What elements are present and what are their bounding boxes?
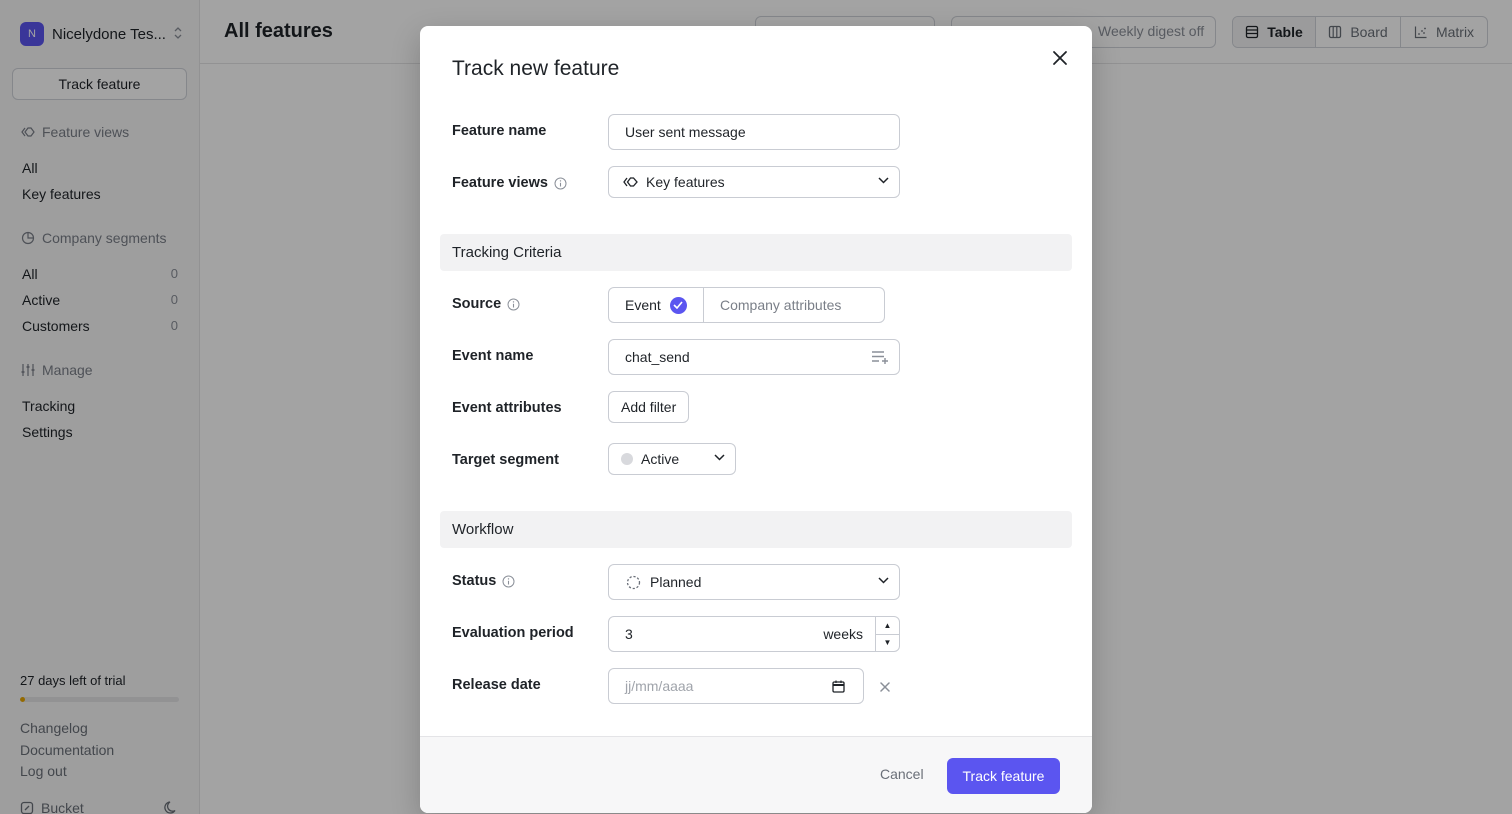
decrement-icon[interactable]: ▼ xyxy=(876,635,899,652)
target-segment-select[interactable]: Active xyxy=(608,443,736,475)
event-attributes-label: Event attributes xyxy=(452,400,562,416)
source-option-company-attributes[interactable]: Company attributes xyxy=(704,288,841,322)
modal-title: Track new feature xyxy=(452,57,620,80)
modal-footer: Cancel Track feature xyxy=(420,736,1092,813)
feature-views-select[interactable]: Key features xyxy=(608,166,900,198)
feature-name-input[interactable]: User sent message xyxy=(608,114,900,150)
info-icon[interactable] xyxy=(507,298,520,311)
track-feature-submit-button[interactable]: Track feature xyxy=(947,758,1060,794)
calendar-icon[interactable] xyxy=(832,680,845,693)
increment-icon[interactable]: ▲ xyxy=(876,617,899,635)
feature-name-label: Feature name xyxy=(452,123,547,139)
event-name-label: Event name xyxy=(452,348,534,364)
track-feature-modal: Track new feature Feature name User sent… xyxy=(420,26,1092,813)
feature-views-label: Feature views xyxy=(452,175,567,191)
source-segmented-control: Event Company attributes xyxy=(608,287,885,323)
evaluation-period-input[interactable]: 3 weeks ▲ ▼ xyxy=(608,616,900,652)
evaluation-period-unit: weeks xyxy=(823,626,863,642)
info-icon[interactable] xyxy=(554,177,567,190)
target-segment-label: Target segment xyxy=(452,452,559,468)
list-add-icon[interactable] xyxy=(871,350,891,365)
close-icon[interactable] xyxy=(1051,49,1069,67)
event-name-input[interactable]: chat_send xyxy=(608,339,900,375)
add-filter-button[interactable]: Add filter xyxy=(608,391,690,423)
status-select[interactable]: Planned xyxy=(608,564,900,600)
release-date-input[interactable]: jj/mm/aaaa xyxy=(608,668,864,704)
chevron-down-icon xyxy=(878,177,889,184)
clear-date-icon[interactable] xyxy=(879,680,891,698)
release-date-label: Release date xyxy=(452,677,541,693)
planned-status-icon xyxy=(626,575,641,589)
source-label: Source xyxy=(452,296,520,312)
segment-dot-icon xyxy=(621,453,633,465)
evaluation-period-label: Evaluation period xyxy=(452,625,574,641)
feature-views-icon xyxy=(623,177,638,187)
check-icon xyxy=(669,296,687,314)
source-option-event[interactable]: Event xyxy=(609,288,704,322)
status-label: Status xyxy=(452,573,515,589)
workflow-section: Workflow xyxy=(440,511,1072,548)
chevron-down-icon xyxy=(714,454,725,461)
cancel-button[interactable]: Cancel xyxy=(880,766,924,782)
tracking-criteria-section: Tracking Criteria xyxy=(440,234,1072,271)
chevron-down-icon xyxy=(878,577,889,584)
evaluation-period-stepper[interactable]: ▲ ▼ xyxy=(875,617,899,651)
info-icon[interactable] xyxy=(502,575,515,588)
